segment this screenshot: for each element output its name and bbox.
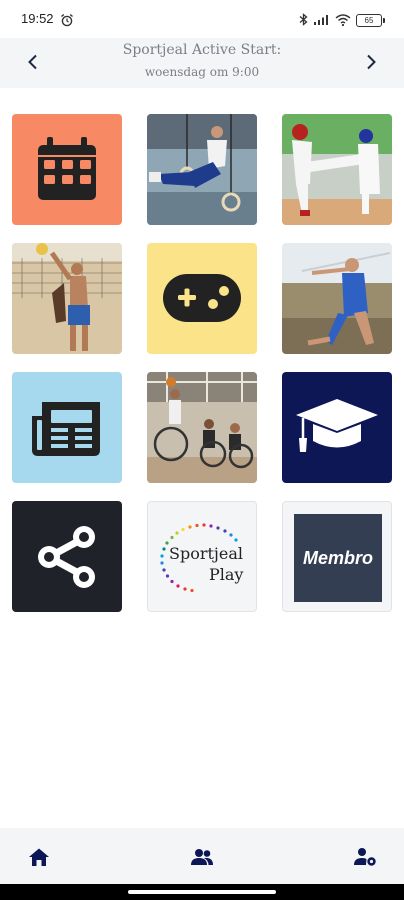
session-time: woensdag om 9:00 — [144, 65, 260, 79]
bottom-nav — [0, 828, 404, 884]
home-gesture-pill[interactable] — [128, 890, 276, 894]
javelin-photo-tile[interactable] — [282, 243, 392, 354]
newspaper-icon — [32, 402, 100, 456]
calendar-icon — [38, 137, 96, 200]
status-time: 19:52 — [21, 11, 54, 26]
header: Sportjeal Active Start: woensdag om 9:00 — [0, 38, 404, 88]
gamepad-icon — [163, 274, 241, 322]
gesture-bar — [0, 884, 404, 900]
home-icon[interactable] — [26, 844, 52, 870]
membro-logo: Membro — [294, 514, 382, 602]
share-icon — [38, 526, 95, 588]
news-tile[interactable] — [12, 372, 122, 483]
gymnastics-photo — [147, 114, 257, 225]
chevron-left-icon[interactable] — [21, 50, 45, 74]
calendar-tile[interactable] — [12, 114, 122, 225]
account-settings-icon[interactable] — [352, 844, 378, 870]
status-icons: 65 — [299, 11, 385, 30]
chevron-right-icon[interactable] — [359, 50, 383, 74]
taekwondo-photo — [282, 114, 392, 225]
status-bar: 19:52 65 — [0, 0, 404, 38]
beach-volleyball-photo-tile[interactable] — [12, 243, 122, 354]
wifi-icon — [335, 11, 351, 30]
beach-volleyball-photo — [12, 243, 122, 354]
sportjeal-play-line1: Sportjeal — [169, 544, 243, 563]
membro-tile[interactable]: Membro — [282, 501, 392, 612]
bluetooth-icon — [299, 11, 308, 30]
sportjeal-play-line2: Play — [209, 565, 244, 584]
groups-icon[interactable] — [189, 844, 215, 870]
wheelchair-basketball-photo-tile[interactable] — [147, 372, 257, 483]
sportjeal-play-tile[interactable]: Sportjeal Play — [147, 501, 257, 612]
share-tile[interactable] — [12, 501, 122, 612]
wheelchair-basketball-photo — [147, 372, 257, 483]
page-title: Sportjeal Active Start: — [122, 42, 282, 58]
membro-logo-text: Membro — [302, 547, 373, 568]
education-tile[interactable] — [282, 372, 392, 483]
javelin-photo — [282, 243, 392, 354]
games-tile[interactable] — [147, 243, 257, 354]
gymnastics-photo-tile[interactable] — [147, 114, 257, 225]
graduation-cap-icon — [296, 399, 378, 452]
tile-grid: Sportjeal Play Membro — [12, 114, 393, 612]
signal-icon — [313, 11, 330, 30]
alarm-icon — [60, 12, 74, 31]
battery-icon: 65 — [356, 14, 385, 27]
taekwondo-photo-tile[interactable] — [282, 114, 392, 225]
